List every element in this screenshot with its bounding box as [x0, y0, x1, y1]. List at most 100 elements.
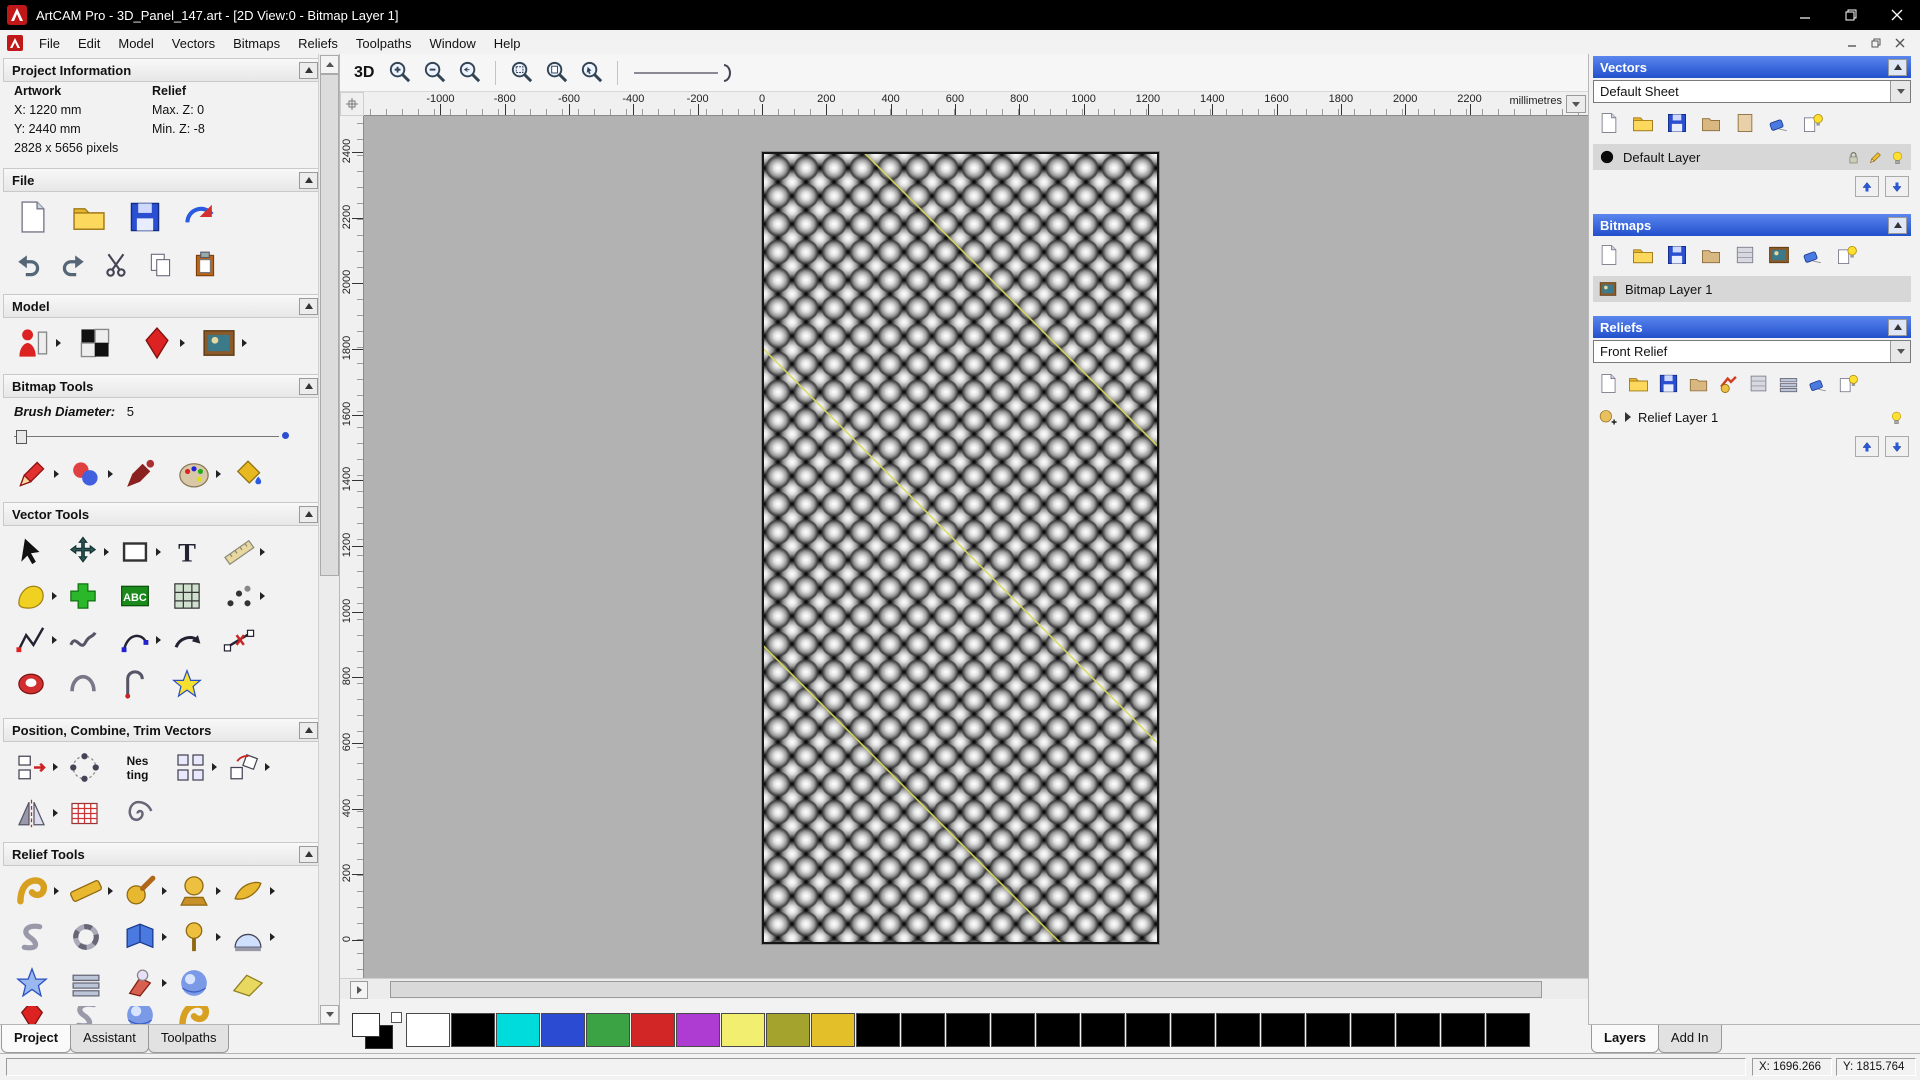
save-relief-layers-icon[interactable] [1657, 372, 1680, 395]
create-text-icon[interactable]: T [170, 535, 204, 569]
slider-thumb[interactable] [16, 430, 27, 444]
palette-swatch[interactable] [1036, 1013, 1080, 1047]
layer-colour-swatch-icon[interactable] [1598, 148, 1616, 166]
free-curve-icon[interactable] [66, 623, 100, 657]
circular-copy-icon[interactable] [67, 750, 102, 785]
tab-add-in[interactable]: Add In [1658, 1025, 1722, 1053]
palette-swatch[interactable] [541, 1013, 585, 1047]
palette-swatch[interactable] [586, 1013, 630, 1047]
interlocking-relief-icon[interactable] [68, 919, 104, 955]
create-rectangle-icon[interactable] [118, 535, 152, 569]
save-vector-layers-icon[interactable] [1665, 111, 1689, 135]
flyout-arrow-icon[interactable] [53, 809, 58, 817]
select-vectors-icon[interactable] [14, 535, 48, 569]
zoom-rectangle-icon[interactable] [508, 59, 535, 86]
move-layer-down-button[interactable] [1885, 176, 1909, 197]
palette-swatch[interactable] [1261, 1013, 1305, 1047]
flyout-arrow-icon[interactable] [162, 933, 167, 941]
layer-visibility-icon[interactable] [1889, 149, 1906, 166]
zoom-out-icon[interactable] [421, 59, 448, 86]
flyout-arrow-icon[interactable] [180, 339, 185, 347]
flyout-arrow-icon[interactable] [162, 887, 167, 895]
new-relief-layer-icon[interactable] [1597, 372, 1620, 395]
palette-swatch[interactable] [1396, 1013, 1440, 1047]
star-relief-icon[interactable] [14, 965, 50, 1001]
lock-layer-icon[interactable] [1845, 149, 1862, 166]
rollup-button[interactable] [299, 62, 318, 79]
two-rail-sweep-icon[interactable] [230, 873, 266, 909]
ruler-units-button[interactable] [1566, 95, 1586, 113]
palette-swatch[interactable] [631, 1013, 675, 1047]
fit-curves-icon[interactable] [118, 623, 152, 657]
flyout-arrow-icon[interactable] [52, 636, 57, 644]
child-minimize-button[interactable] [1840, 33, 1864, 53]
scroll-up-button[interactable] [320, 55, 339, 74]
relief-selector-dropdown[interactable]: Front Relief [1593, 340, 1911, 363]
create-ring-icon[interactable] [14, 667, 48, 701]
save-model-icon[interactable] [126, 198, 164, 236]
rollup-button[interactable] [299, 298, 318, 315]
align-vectors-icon[interactable] [14, 750, 49, 785]
brush-diameter-slider[interactable] [14, 430, 289, 442]
zoom-previous-icon[interactable] [456, 59, 483, 86]
scroll-down-button[interactable] [320, 1005, 339, 1024]
palette-swatch[interactable] [451, 1013, 495, 1047]
toggle-relief-visibility-icon[interactable] [1837, 372, 1860, 395]
palette-swatch[interactable] [1306, 1013, 1350, 1047]
import-export-icon[interactable] [182, 198, 220, 236]
move-layer-up-button[interactable] [1855, 436, 1879, 457]
offset-relief-icon[interactable] [14, 919, 50, 955]
relief-wizard-icon[interactable] [1717, 372, 1740, 395]
texture-flow-icon[interactable] [176, 965, 212, 1001]
menu-item-reliefs[interactable]: Reliefs [289, 32, 347, 55]
copy-rotate-icon[interactable] [226, 750, 261, 785]
view-3d-button[interactable]: 3D [350, 64, 378, 82]
paint-selective-icon[interactable] [68, 456, 104, 492]
flyout-arrow-icon[interactable] [108, 470, 113, 478]
primary-colour-swatch[interactable] [352, 1013, 380, 1037]
reset-colours-icon[interactable] [391, 1012, 402, 1023]
rollup-button[interactable] [299, 378, 318, 395]
new-model-icon[interactable] [14, 198, 52, 236]
block-copy-icon[interactable] [173, 750, 208, 785]
flyout-arrow-icon[interactable] [216, 887, 221, 895]
palette-swatch[interactable] [1171, 1013, 1215, 1047]
flyout-arrow-icon[interactable] [162, 979, 167, 987]
mirror-vectors-icon[interactable] [14, 796, 49, 831]
greyscale-layer-icon[interactable] [1733, 243, 1757, 267]
menu-item-file[interactable]: File [30, 32, 69, 55]
paint-relief-icon[interactable] [122, 965, 158, 1001]
shape-editor-icon[interactable] [14, 873, 50, 909]
flyout-arrow-icon[interactable] [108, 887, 113, 895]
open-vector-layers-icon[interactable] [1631, 111, 1655, 135]
flyout-arrow-icon[interactable] [260, 592, 265, 600]
flyout-arrow-icon[interactable] [270, 887, 275, 895]
delete-vector-layer-icon[interactable] [1767, 111, 1791, 135]
tab-assistant[interactable]: Assistant [70, 1025, 149, 1053]
flood-fill-icon[interactable] [230, 456, 266, 492]
palette-swatch[interactable] [676, 1013, 720, 1047]
new-vector-layer-icon[interactable] [1597, 111, 1621, 135]
flyout-arrow-icon[interactable] [270, 933, 275, 941]
open-model-icon[interactable] [70, 198, 108, 236]
rollup-button[interactable] [299, 172, 318, 189]
node-editing-icon[interactable] [222, 623, 256, 657]
sheet-selector-dropdown[interactable]: Default Sheet [1593, 80, 1911, 103]
weave-vectors-icon[interactable] [67, 796, 102, 831]
edit-colours-icon[interactable] [176, 456, 212, 492]
set-model-size-icon[interactable] [14, 324, 52, 362]
line-width-control[interactable] [630, 60, 740, 86]
close-button[interactable] [1874, 0, 1920, 30]
relief-clipart-icon[interactable] [176, 919, 212, 955]
palette-swatch[interactable] [1081, 1013, 1125, 1047]
menu-item-edit[interactable]: Edit [69, 32, 109, 55]
flyout-arrow-icon[interactable] [156, 636, 161, 644]
rollup-button[interactable] [299, 722, 318, 739]
load-bitmap-icon[interactable] [200, 324, 238, 362]
rollup-button[interactable] [1888, 59, 1907, 76]
vector-section-icon[interactable] [118, 667, 152, 701]
open-bitmap-layers-icon[interactable] [1631, 243, 1655, 267]
undo-icon[interactable] [14, 250, 44, 280]
palette-swatch[interactable] [856, 1013, 900, 1047]
edit-layer-colour-icon[interactable] [1867, 149, 1884, 166]
